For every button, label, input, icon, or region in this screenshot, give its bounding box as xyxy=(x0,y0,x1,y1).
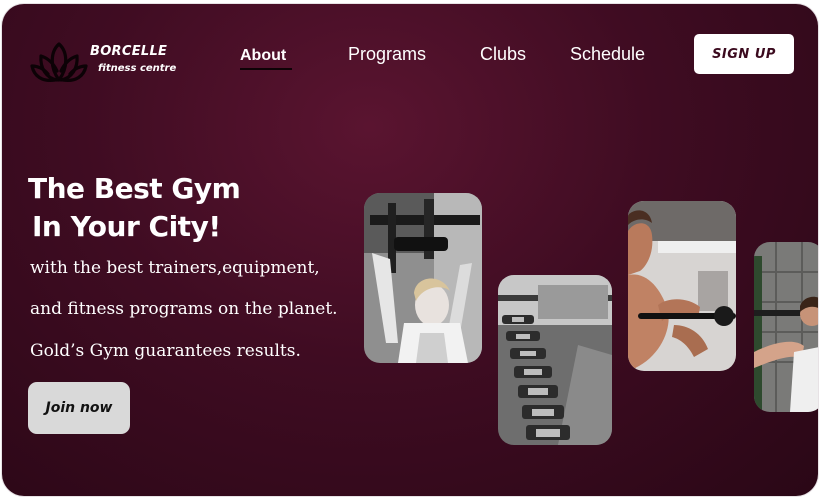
lotus-icon xyxy=(30,42,88,82)
man-barbell-curl-photo xyxy=(628,201,736,371)
hero-body-line-3: Gold’s Gym guarantees results. xyxy=(30,341,301,361)
join-now-button[interactable]: Join now xyxy=(28,382,130,434)
nav-item-clubs[interactable]: Clubs xyxy=(480,44,526,65)
woman-rope-training-photo xyxy=(754,242,818,412)
hero-body-line-1: with the best trainers,equipment, xyxy=(30,258,320,278)
sign-up-button[interactable]: SIGN UP xyxy=(694,34,794,74)
nav-item-programs[interactable]: Programs xyxy=(348,44,426,65)
dumbbell-rack-photo xyxy=(498,275,612,445)
woman-pull-down-photo xyxy=(364,193,482,363)
nav-item-about[interactable]: About xyxy=(240,47,286,65)
landing-page: BORCELLE fitness centre About Programs C… xyxy=(2,4,818,496)
hero-body-line-2: and fitness programs on the planet. xyxy=(30,299,338,319)
active-nav-indicator xyxy=(240,68,292,70)
hero-headline: The Best Gym In Your City! xyxy=(28,170,241,246)
brand-name: BORCELLE xyxy=(90,44,168,59)
nav-item-schedule[interactable]: Schedule xyxy=(570,44,645,65)
headline-line-2: In Your City! xyxy=(32,210,221,243)
brand-tagline: fitness centre xyxy=(98,63,177,74)
headline-line-1: The Best Gym xyxy=(28,172,241,205)
